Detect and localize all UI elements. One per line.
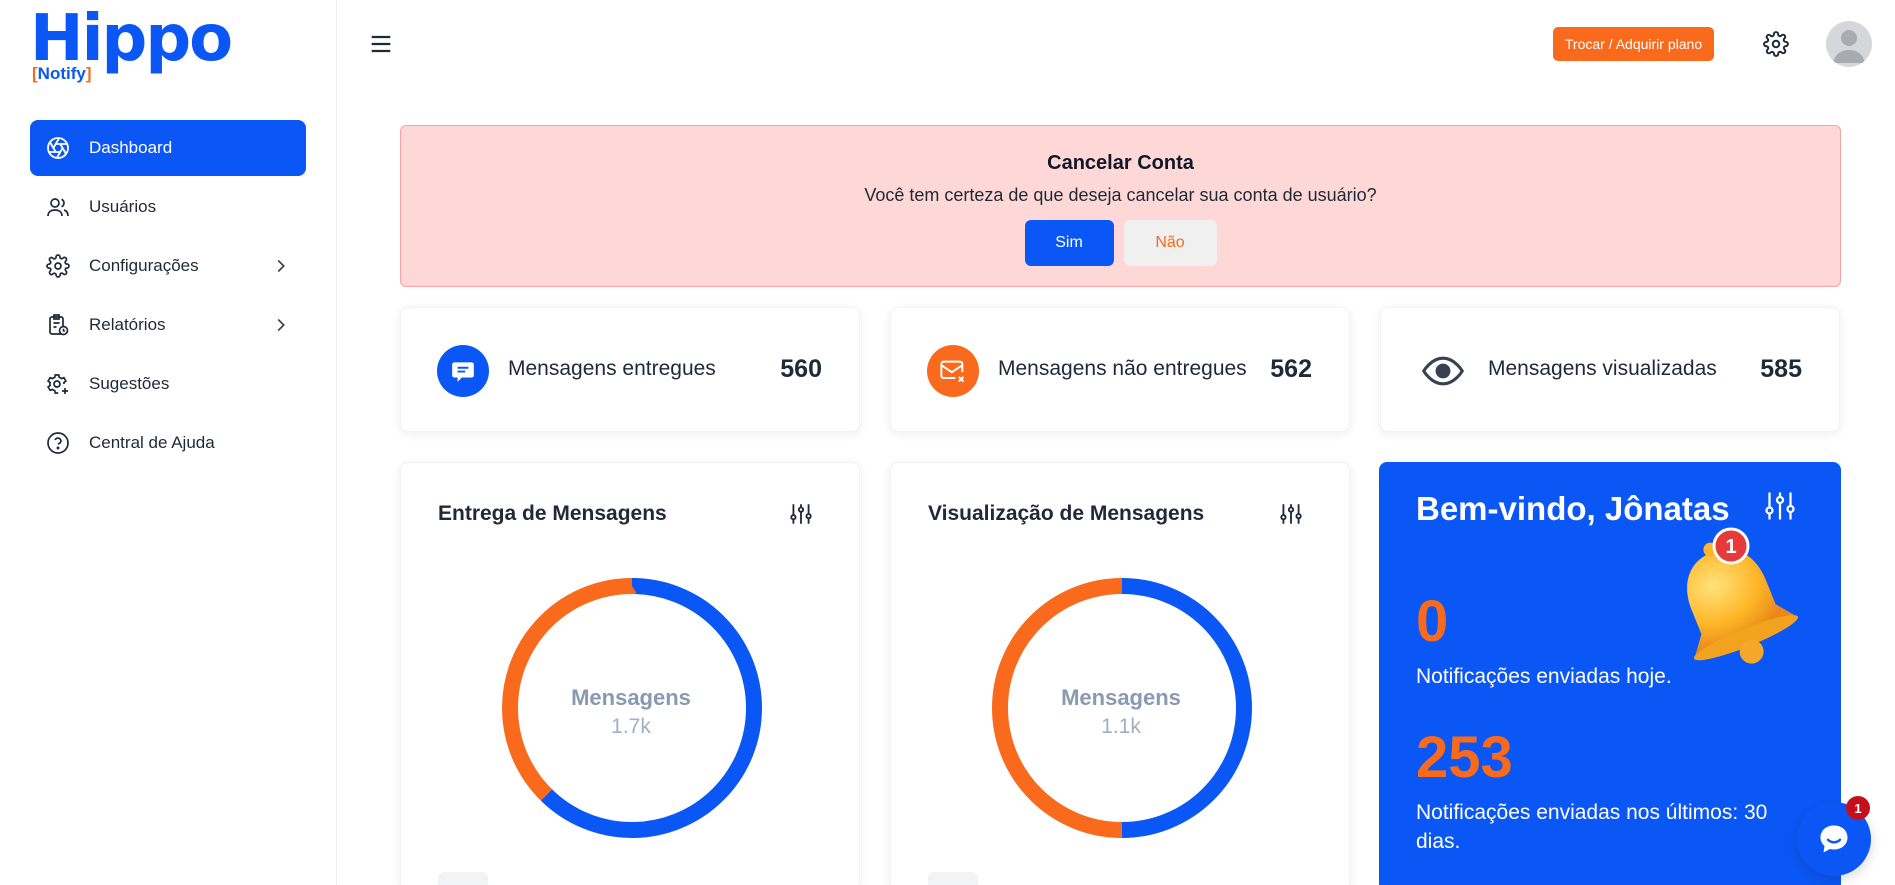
chart-title: Entrega de Mensagens xyxy=(438,502,667,525)
cancel-account-alert: Cancelar Conta Você tem certeza de que d… xyxy=(400,125,1841,287)
settings-gear-icon[interactable] xyxy=(1763,31,1789,57)
today-notifications-value: 0 xyxy=(1416,589,1449,654)
sidebar-item-label: Sugestões xyxy=(89,374,170,393)
eye-icon xyxy=(1417,345,1469,397)
help-circle-icon xyxy=(44,429,72,457)
sidebar-item-central-de-ajuda[interactable]: Central de Ajuda xyxy=(30,415,306,471)
sidebar-item-label: Usuários xyxy=(89,197,157,216)
aperture-icon xyxy=(44,134,72,162)
chevron-right-icon xyxy=(277,318,285,332)
confirm-yes-button[interactable]: Sim xyxy=(1024,220,1114,266)
chart-title: Visualização de Mensagens xyxy=(928,502,1205,525)
sidebar-item-label: Central de Ajuda xyxy=(89,433,215,452)
donut-center-label: Mensagens xyxy=(1061,685,1181,710)
stat-value: 560 xyxy=(780,355,822,383)
stat-value: 585 xyxy=(1760,355,1802,383)
chart-card-views: Visualização de Mensagens Mensagens 1.1k xyxy=(890,462,1350,885)
hippo-logo[interactable]: Hippo [Notify] xyxy=(30,2,240,86)
user-silhouette-icon xyxy=(1833,30,1865,63)
sidebar-item-configuracoes[interactable]: Configurações xyxy=(30,238,306,294)
gear-plus-icon xyxy=(44,370,72,398)
month-notifications-value: 253 xyxy=(1416,725,1513,790)
sidebar: Hippo [Notify] Dashboard Usuários Config… xyxy=(0,0,337,885)
sidebar-item-dashboard[interactable]: Dashboard xyxy=(30,120,306,176)
welcome-card: Bem-vindo, Jônatas 1 0 Notificações envi… xyxy=(1379,462,1841,885)
donut-center-value: 1.1k xyxy=(1101,715,1141,738)
gear-icon xyxy=(44,252,72,280)
filter-sliders-icon[interactable] xyxy=(788,501,814,527)
bell-badge: 1 xyxy=(1725,536,1736,558)
stat-card-viewed: Mensagens visualizadas 585 xyxy=(1380,307,1840,432)
sidebar-item-label: Relatórios xyxy=(89,315,166,334)
donut-center-label: Mensagens xyxy=(571,685,691,710)
stat-card-undelivered: Mensagens não entregues 562 xyxy=(890,307,1350,432)
message-icon xyxy=(437,345,489,397)
sidebar-item-sugestoes[interactable]: Sugestões xyxy=(30,356,306,412)
card-footer-button[interactable] xyxy=(438,872,488,885)
sidebar-item-usuarios[interactable]: Usuários xyxy=(30,179,306,235)
logo-subtitle: [Notify] xyxy=(32,64,92,83)
donut-center-value: 1.7k xyxy=(611,715,651,738)
chat-badge: 1 xyxy=(1846,796,1870,820)
sidebar-nav: Dashboard Usuários Configurações Relatór… xyxy=(30,120,306,474)
alert-message: Você tem certeza de que deseja cancelar … xyxy=(864,185,1377,205)
stat-card-delivered: Mensagens entregues 560 xyxy=(400,307,860,432)
alert-title: Cancelar Conta xyxy=(1047,152,1194,174)
stat-value: 562 xyxy=(1270,355,1312,383)
clipboard-clock-icon xyxy=(44,311,72,339)
user-avatar[interactable] xyxy=(1826,21,1872,67)
filter-sliders-icon[interactable] xyxy=(1278,501,1304,527)
chart-card-delivery: Entrega de Mensagens Mensagens 1.7k xyxy=(400,462,860,885)
change-plan-button[interactable]: Trocar / Adquirir plano xyxy=(1553,27,1714,61)
sidebar-item-label: Dashboard xyxy=(89,138,173,157)
sidebar-item-label: Configurações xyxy=(89,256,199,275)
menu-icon[interactable] xyxy=(367,30,395,58)
chat-bubble-icon xyxy=(1820,825,1848,853)
stat-label: Mensagens entregues xyxy=(508,357,716,380)
today-notifications-label: Notificações enviadas hoje. xyxy=(1416,665,1672,688)
card-footer-button[interactable] xyxy=(928,872,978,885)
mail-x-icon xyxy=(927,345,979,397)
stat-label: Mensagens não entregues xyxy=(998,357,1247,380)
users-icon xyxy=(44,193,72,221)
stat-label: Mensagens visualizadas xyxy=(1488,357,1717,380)
confirm-no-button[interactable]: Não xyxy=(1123,220,1217,266)
sidebar-item-relatorios[interactable]: Relatórios xyxy=(30,297,306,353)
chevron-right-icon xyxy=(277,259,285,273)
month-notifications-label: Notificações enviadas nos últimos: 30 di… xyxy=(1416,801,1768,853)
